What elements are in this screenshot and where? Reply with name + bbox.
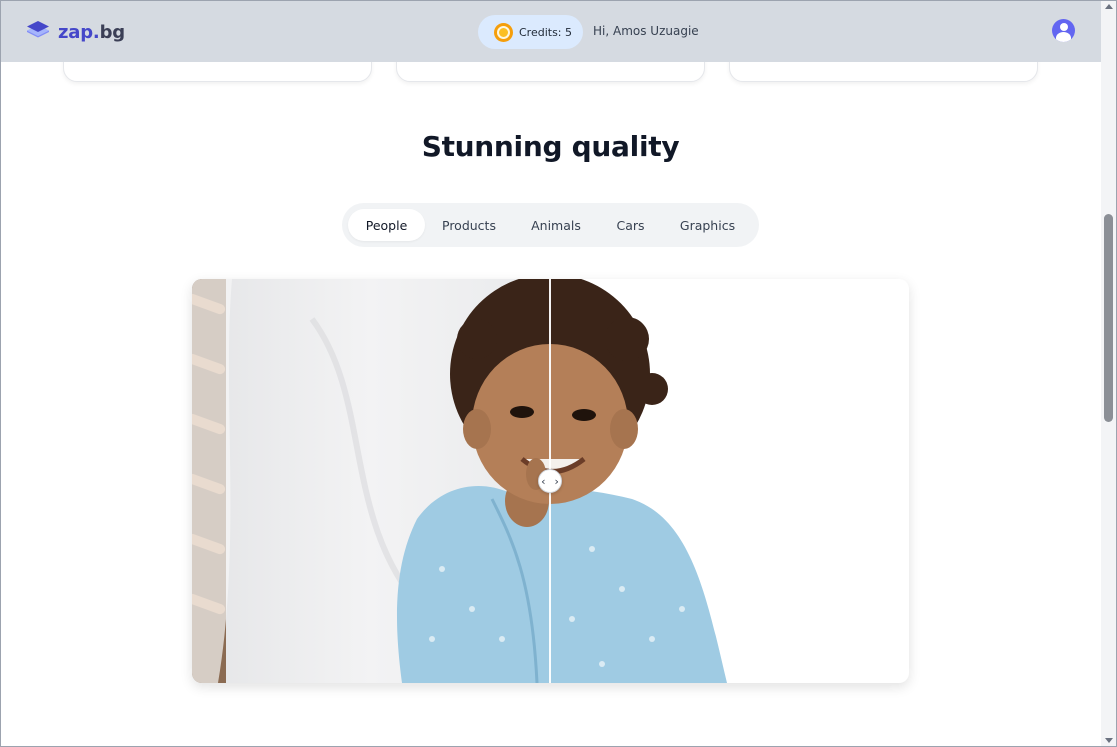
page-scrollbar[interactable] <box>1101 0 1116 747</box>
before-after-comparison[interactable]: ‹ › <box>192 279 909 683</box>
user-greeting: Hi, Amos Uzuagie <box>593 24 699 38</box>
user-avatar-icon[interactable] <box>1052 19 1075 42</box>
tab-graphics[interactable]: Graphics <box>662 209 753 241</box>
scrollbar-thumb[interactable] <box>1104 214 1113 422</box>
logo-text: zap.bg <box>58 21 125 43</box>
category-tabs: People Products Animals Cars Graphics <box>342 203 759 247</box>
brand-logo[interactable]: zap.bg <box>26 18 125 46</box>
tab-animals[interactable]: Animals <box>513 209 599 241</box>
section-title: Stunning quality <box>421 130 680 163</box>
compare-handle-icon[interactable]: ‹ › <box>538 469 562 493</box>
credits-label: Credits: 5 <box>519 25 573 39</box>
credits-badge[interactable]: Credits: 5 <box>478 15 583 49</box>
top-header: zap.bg Credits: 5 Hi, Amos Uzuagie <box>0 0 1101 62</box>
coin-icon <box>494 22 513 42</box>
tab-products[interactable]: Products <box>425 209 513 241</box>
tab-people[interactable]: People <box>348 209 425 241</box>
scroll-down-arrow-icon[interactable] <box>1105 738 1113 743</box>
logo-icon <box>27 21 49 38</box>
scroll-up-arrow-icon[interactable] <box>1105 4 1113 9</box>
tab-cars[interactable]: Cars <box>599 209 662 241</box>
